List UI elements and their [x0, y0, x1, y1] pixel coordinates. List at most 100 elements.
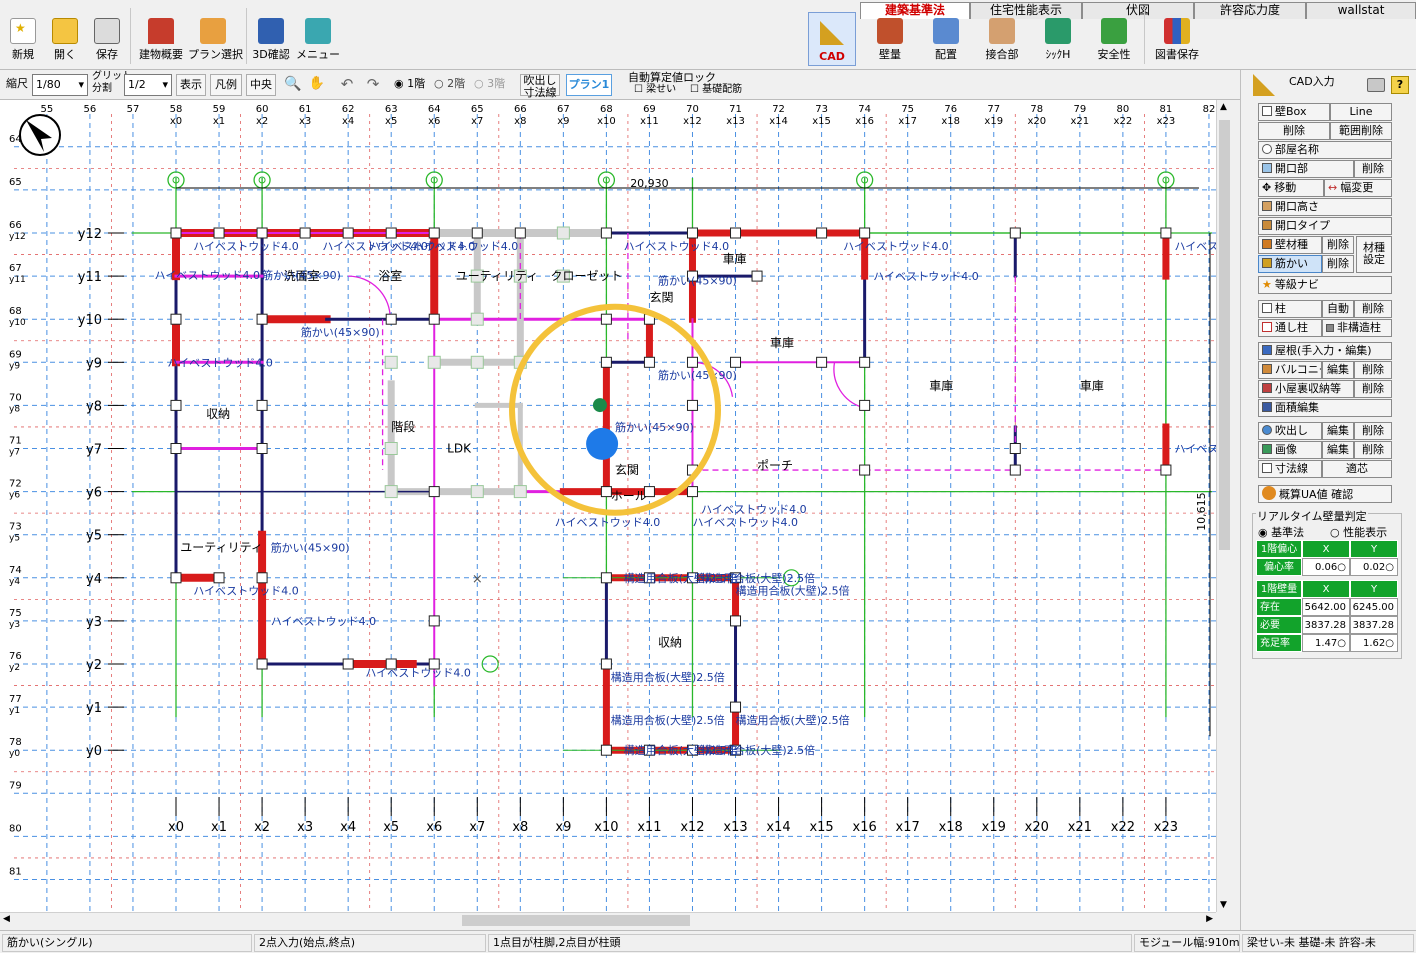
cad-canvas[interactable]: 55 56 57 58 59 60 61 62 63 64 65 66 67 68 69 70 71 72 73 74…: [0, 100, 1216, 912]
scale-select[interactable]: 1/80 ▾: [32, 74, 88, 96]
range-delete-button[interactable]: 範囲削除: [1330, 122, 1392, 140]
floor1-radio[interactable]: ◉ 1階: [394, 74, 425, 96]
redo-icon[interactable]: ↷: [362, 74, 384, 96]
horizontal-scroll-thumb[interactable]: [462, 915, 690, 926]
zoom-icon[interactable]: 🔍: [282, 74, 304, 96]
opening-height-button[interactable]: 開口高さ: [1258, 198, 1392, 216]
move-button[interactable]: ✥ 移動: [1258, 179, 1324, 197]
exist-label: 存在: [1256, 598, 1302, 616]
attic-delete-button[interactable]: 削除: [1354, 380, 1392, 398]
menu-button[interactable]: メニュー: [296, 18, 340, 68]
attic-storage-button[interactable]: 小屋裏収納等: [1258, 380, 1354, 398]
col-number: 80: [1117, 104, 1130, 115]
wall-amount-button[interactable]: 壁量: [868, 18, 912, 68]
tab-housing-performance[interactable]: 住宅性能表示: [970, 2, 1082, 19]
room-name-button[interactable]: 部屋名称: [1258, 141, 1392, 159]
safety-button[interactable]: 安全性: [1092, 18, 1136, 68]
center-button[interactable]: 中央: [246, 74, 276, 96]
row-sub-label: y8: [9, 404, 20, 414]
material-setting-button[interactable]: 材種 設定: [1356, 236, 1392, 273]
grade-navi-button[interactable]: ★ 等級ナビ: [1258, 276, 1392, 294]
floor2-radio[interactable]: ○ 2階: [434, 74, 465, 96]
plan-select-button[interactable]: プラン選択: [188, 18, 243, 68]
tab-wallstat[interactable]: wallstat: [1306, 2, 1416, 19]
scroll-down-arrow[interactable]: ▼: [1220, 900, 1227, 910]
need-x-value: 3837.28: [1302, 616, 1350, 634]
horizontal-scrollbar[interactable]: ◀ ▶: [0, 912, 1216, 928]
new-button[interactable]: ★ 新規: [6, 18, 40, 68]
3d-check-button[interactable]: 3D確認: [250, 18, 292, 68]
fukinuke-dim-button[interactable]: 吹出し 寸法線: [520, 74, 560, 99]
x-axis-label-bottom: x21: [1068, 820, 1092, 835]
opening-delete-button[interactable]: 削除: [1354, 160, 1392, 178]
tab-building-standard[interactable]: 建築基準法: [860, 2, 970, 19]
floor3-radio[interactable]: ○ 3階: [474, 74, 505, 96]
mode-standard-radio[interactable]: ◉ 基準法: [1258, 524, 1304, 540]
undo-icon[interactable]: ↶: [336, 74, 358, 96]
wallbox-button[interactable]: 壁Box: [1258, 103, 1330, 121]
ua-check-button[interactable]: 概算UA値 確認: [1258, 485, 1392, 503]
roof-button[interactable]: 屋根(手入力・編集): [1258, 342, 1392, 360]
x-axis-label-bottom: x22: [1111, 820, 1135, 835]
display-button[interactable]: 表示: [176, 74, 206, 96]
balcony-button[interactable]: バルコニー: [1258, 361, 1322, 379]
x-axis-label-bottom: x7: [469, 820, 485, 835]
fukinuke-edit-button[interactable]: 編集: [1322, 422, 1354, 440]
brace-button[interactable]: 筋かい: [1258, 255, 1322, 273]
vertical-scrollbar[interactable]: ▲ ▼: [1216, 100, 1232, 912]
fukinuke-button[interactable]: 吹出し: [1258, 422, 1322, 440]
help-icon[interactable]: ?: [1391, 76, 1409, 94]
layout-button[interactable]: 配置: [924, 18, 968, 68]
balcony-delete-button[interactable]: 削除: [1354, 361, 1392, 379]
room-name: 玄関: [649, 290, 673, 305]
wall-label: ハイベストウッド4.0: [413, 240, 518, 253]
wall-material-delete-button[interactable]: 削除: [1322, 236, 1354, 254]
tab-framing[interactable]: 伏図: [1082, 2, 1194, 19]
width-change-button[interactable]: ↔ 幅変更: [1324, 179, 1392, 197]
brace-delete-button[interactable]: 削除: [1322, 255, 1354, 273]
line-button[interactable]: Line: [1330, 103, 1392, 121]
column-marker: [428, 227, 440, 239]
hand-pan-icon[interactable]: ✋: [306, 74, 328, 96]
delete-button[interactable]: 削除: [1258, 122, 1330, 140]
dimension-line-button[interactable]: 寸法線: [1258, 460, 1322, 478]
opening-button[interactable]: 開口部: [1258, 160, 1354, 178]
image-button[interactable]: 画像: [1258, 441, 1322, 459]
building-overview-button[interactable]: 建物概要: [136, 18, 186, 68]
opening-type-button[interactable]: 開口タイプ: [1258, 217, 1392, 235]
floor-plan-drawing[interactable]: 55 56 57 58 59 60 61 62 63 64 65 66 67 68 69 70 71 72 73 74…: [0, 100, 1216, 912]
x-axis-label-top: x8: [514, 116, 526, 127]
mode-performance-radio[interactable]: ○ 性能表示: [1330, 524, 1387, 540]
through-column-button[interactable]: 通し柱: [1258, 319, 1322, 337]
grid-select[interactable]: 1/2 ▾: [124, 74, 172, 96]
scroll-right-arrow[interactable]: ▶: [1206, 914, 1213, 924]
vertical-scroll-thumb[interactable]: [1219, 120, 1230, 550]
legend-button[interactable]: 凡例: [210, 74, 242, 96]
printer-icon[interactable]: [1367, 78, 1385, 92]
balcony-edit-button[interactable]: 編集: [1322, 361, 1354, 379]
column-marker: [751, 270, 763, 282]
scroll-left-arrow[interactable]: ◀: [3, 914, 10, 924]
column-auto-button[interactable]: 自動: [1322, 300, 1354, 318]
joint-button[interactable]: 接合部: [978, 18, 1026, 68]
non-structural-column-button[interactable]: 非構造柱: [1322, 319, 1392, 337]
cad-button[interactable]: CAD: [808, 12, 856, 66]
open-button[interactable]: 開く: [48, 18, 82, 68]
image-edit-button[interactable]: 編集: [1322, 441, 1354, 459]
tekigo-button[interactable]: 適芯: [1322, 460, 1392, 478]
wall-material-button[interactable]: 壁材種: [1258, 236, 1322, 254]
doc-save-button[interactable]: 図書保存: [1152, 18, 1202, 68]
n-value-button[interactable]: ｼｯｸH: [1036, 18, 1080, 68]
save-button[interactable]: 保存: [90, 18, 124, 68]
plan1-button[interactable]: プラン1: [566, 74, 612, 96]
scroll-up-arrow[interactable]: ▲: [1220, 102, 1227, 112]
column-button[interactable]: 柱: [1258, 300, 1322, 318]
column-delete-button[interactable]: 削除: [1354, 300, 1392, 318]
fukinuke-delete-button[interactable]: 削除: [1354, 422, 1392, 440]
room-name: ホール: [611, 489, 647, 503]
image-delete-button[interactable]: 削除: [1354, 441, 1392, 459]
area-edit-button[interactable]: 面積編集: [1258, 399, 1392, 417]
column-marker: [385, 313, 397, 325]
tab-allowable-stress[interactable]: 許容応力度: [1194, 2, 1306, 19]
room-name-icon: [1262, 144, 1272, 154]
